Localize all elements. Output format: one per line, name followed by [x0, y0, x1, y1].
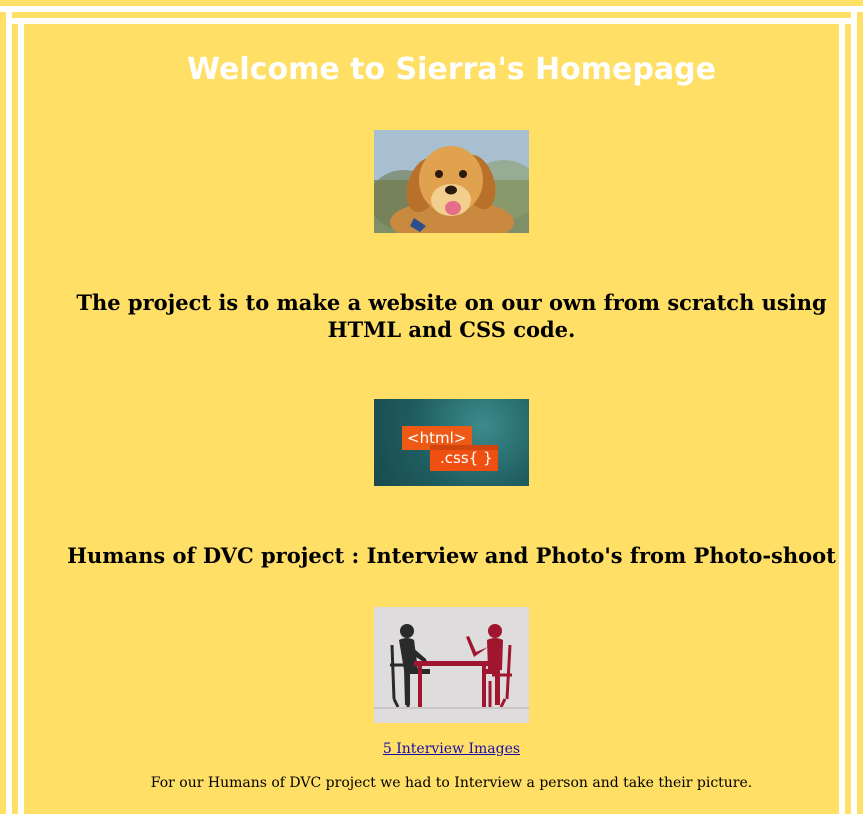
border-stripe	[839, 18, 845, 814]
border-stripe	[0, 6, 863, 12]
interview-images-link[interactable]: 5 Interview Images	[24, 740, 863, 758]
html-css-badge: <html> .css{ }	[402, 426, 498, 471]
page-background: Welcome to Sierra's Homepage The project…	[0, 0, 863, 814]
border-stripe	[851, 6, 857, 814]
interview-illustration	[374, 607, 529, 723]
css-tag-text: .css{ }	[440, 449, 493, 467]
html-css-image: <html> .css{ }	[374, 399, 529, 486]
border-stripe	[6, 6, 12, 814]
humans-heading: Humans of DVC project : Interview and Ph…	[67, 543, 836, 568]
project-description: For our Humans of DVC project we had to …	[150, 775, 753, 791]
project-heading: The project is to make a website on our …	[76, 290, 827, 342]
main-content: Welcome to Sierra's Homepage The project…	[24, 24, 839, 814]
page-title: Welcome to Sierra's Homepage	[187, 52, 716, 87]
interview-image	[374, 607, 529, 723]
html-tag-text: <html>	[407, 429, 466, 447]
puppy-image	[374, 130, 529, 233]
puppy-illustration	[374, 130, 529, 233]
